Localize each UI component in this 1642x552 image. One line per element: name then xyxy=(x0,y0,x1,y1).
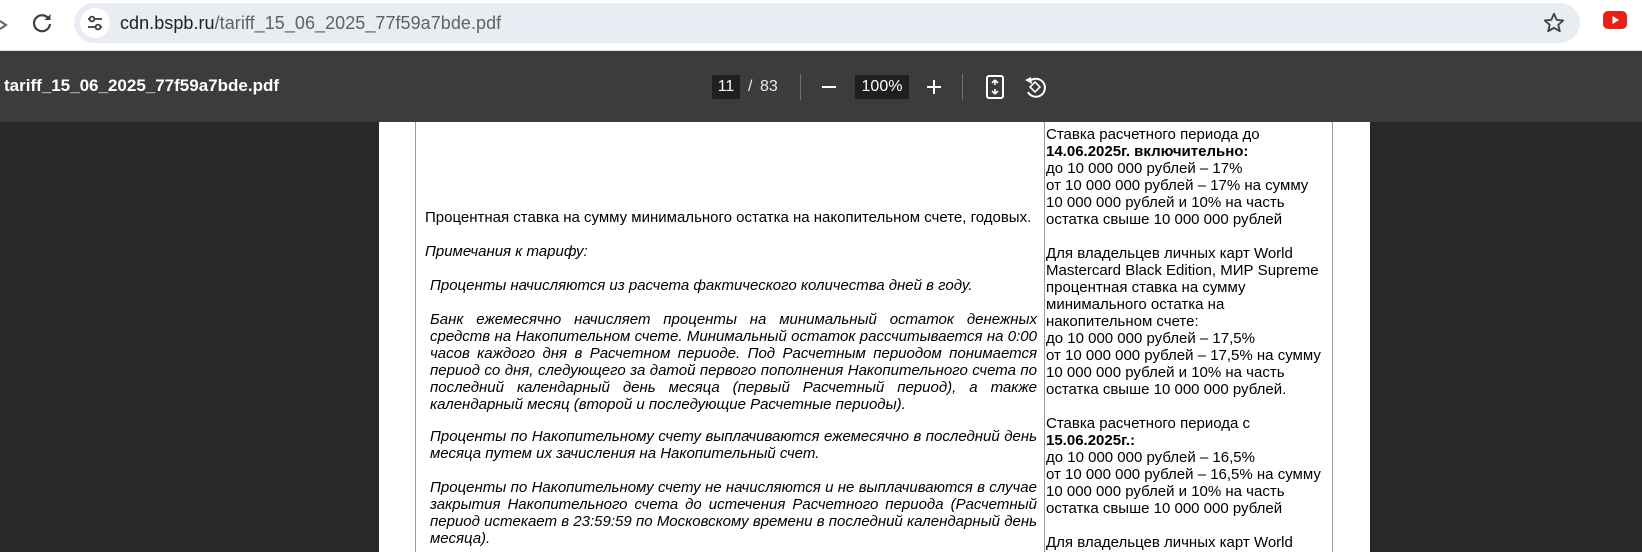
zoom-out-icon[interactable] xyxy=(818,75,840,99)
rate-line: от 10 000 000 рублей – 17,5% на сумму xyxy=(1046,347,1321,364)
url-path: /tariff_15_06_2025_77f59a7bde.pdf xyxy=(214,13,502,33)
pdf-toolbar: tariff_15_06_2025_77f59a7bde.pdf 11 / 83… xyxy=(0,51,1642,122)
pdf-page: Процентная ставка на сумму минимального … xyxy=(379,122,1370,552)
rate-line: процентная ставка на сумму xyxy=(1046,279,1246,296)
rate-line: Mastercard Black Edition, МИР Supreme xyxy=(1046,262,1319,279)
page-total: 83 xyxy=(760,78,778,95)
notes-heading: Примечания к тарифу: xyxy=(425,243,588,260)
rate-date-bold: 14.06.2025г. включительно: xyxy=(1046,143,1249,160)
toolbar-divider xyxy=(962,74,963,100)
zoom-level-input[interactable]: 100% xyxy=(855,75,909,99)
rate-line: 10 000 000 рублей и 10% на часть xyxy=(1046,364,1285,381)
back-arrow-icon[interactable] xyxy=(0,13,10,37)
zoom-in-icon[interactable] xyxy=(922,75,946,99)
bookmark-star-icon[interactable] xyxy=(1542,11,1566,35)
tune-icon xyxy=(88,15,102,31)
url-domain: cdn.bspb.ru xyxy=(120,13,215,33)
rate-date-bold: 15.06.2025г.: xyxy=(1046,432,1135,449)
rate-line: накопительном счете: xyxy=(1046,313,1199,330)
rate-line: Для владельцев личных карт World xyxy=(1046,534,1293,551)
rate-line: остатка свыше 10 000 000 рублей xyxy=(1046,500,1283,517)
page-number-input[interactable]: 11 xyxy=(712,75,740,99)
pdf-viewer[interactable]: Процентная ставка на сумму минимального … xyxy=(0,122,1642,552)
table-border-left xyxy=(415,122,416,552)
youtube-extension-icon[interactable] xyxy=(1603,11,1627,29)
rate-line: остатка свыше 10 000 000 рублей. xyxy=(1046,381,1287,398)
address-bar[interactable]: cdn.bspb.ru/tariff_15_06_2025_77f59a7bde… xyxy=(74,3,1580,43)
pdf-file-title: tariff_15_06_2025_77f59a7bde.pdf xyxy=(4,76,279,95)
rate-line: до 10 000 000 рублей – 16,5% xyxy=(1046,449,1255,466)
url-text[interactable]: cdn.bspb.ru/tariff_15_06_2025_77f59a7bde… xyxy=(120,13,501,33)
rate-line: до 10 000 000 рублей – 17% xyxy=(1046,160,1243,177)
fit-to-page-icon[interactable] xyxy=(984,74,1006,100)
note-paragraph: Проценты начисляются из расчета фактичес… xyxy=(430,277,973,294)
rotate-counterclockwise-icon[interactable] xyxy=(1022,74,1048,100)
note-paragraph: Проценты по Накопительному счету выплачи… xyxy=(430,428,1037,462)
table-border-right xyxy=(1332,122,1333,552)
note-paragraph: Банк ежемесячно начисляет проценты на ми… xyxy=(430,311,1037,413)
rate-line: минимального остатка на xyxy=(1046,296,1225,313)
rate-line: Ставка расчетного периода до xyxy=(1046,126,1260,143)
reload-icon[interactable] xyxy=(28,9,56,37)
rate-line: Ставка расчетного периода с xyxy=(1046,415,1251,432)
rate-line: 10 000 000 рублей и 10% на часть xyxy=(1046,483,1285,500)
rate-line: от 10 000 000 рублей – 17% на сумму xyxy=(1046,177,1309,194)
rate-line: до 10 000 000 рублей – 17,5% xyxy=(1046,330,1255,347)
table-border-middle xyxy=(1044,122,1045,552)
browser-toolbar: cdn.bspb.ru/tariff_15_06_2025_77f59a7bde… xyxy=(0,0,1642,51)
rate-line: от 10 000 000 рублей – 16,5% на сумму xyxy=(1046,466,1321,483)
note-paragraph: Проценты по Накопительному счету не начи… xyxy=(430,479,1037,547)
rate-line: остатка свыше 10 000 000 рублей xyxy=(1046,211,1283,228)
rate-description: Процентная ставка на сумму минимального … xyxy=(425,209,1032,226)
site-info-button[interactable] xyxy=(80,8,110,38)
rate-line: 10 000 000 рублей и 10% на часть xyxy=(1046,194,1285,211)
page-separator: / xyxy=(748,78,753,95)
rate-line: Для владельцев личных карт World xyxy=(1046,245,1293,262)
toolbar-divider xyxy=(800,74,801,100)
